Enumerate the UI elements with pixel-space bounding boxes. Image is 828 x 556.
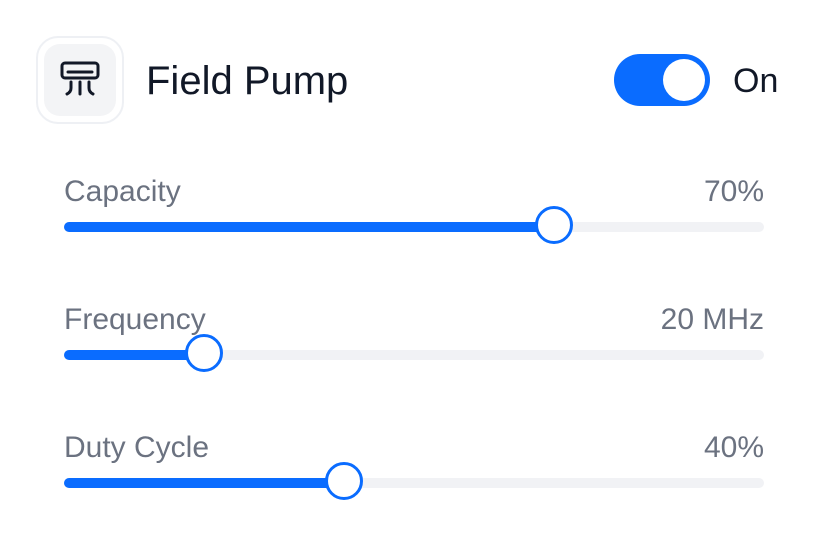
slider-value: 40% xyxy=(703,431,764,464)
power-toggle-knob[interactable] xyxy=(663,59,705,101)
slider-label: Duty Cycle xyxy=(64,431,210,464)
duty-cycle-slider: Duty Cycle 40% xyxy=(64,430,764,510)
slider-value: 20 MHz xyxy=(660,303,764,336)
power-toggle-label: On xyxy=(733,62,779,100)
slider-thumb[interactable] xyxy=(535,206,573,244)
device-card: Field Pump On Capacity 70% Frequency 20 … xyxy=(0,0,828,556)
slider-track[interactable] xyxy=(64,206,764,244)
device-title: Field Pump xyxy=(146,59,349,103)
power-toggle[interactable] xyxy=(614,54,710,106)
slider-track[interactable] xyxy=(64,462,764,500)
device-icon-tile xyxy=(36,36,124,124)
slider-value: 70% xyxy=(703,175,764,208)
slider-label: Capacity xyxy=(64,175,181,208)
slider-fill xyxy=(64,350,204,360)
slider-thumb[interactable] xyxy=(185,334,223,372)
frequency-slider: Frequency 20 MHz xyxy=(64,302,764,382)
slider-label: Frequency xyxy=(64,303,206,336)
air-conditioner-icon xyxy=(60,61,100,96)
slider-fill xyxy=(64,222,554,232)
device-header: Field Pump On xyxy=(36,36,792,126)
capacity-slider: Capacity 70% xyxy=(64,174,764,254)
slider-fill xyxy=(64,478,344,488)
slider-track[interactable] xyxy=(64,334,764,372)
device-icon-background xyxy=(44,44,116,116)
slider-thumb[interactable] xyxy=(325,462,363,500)
